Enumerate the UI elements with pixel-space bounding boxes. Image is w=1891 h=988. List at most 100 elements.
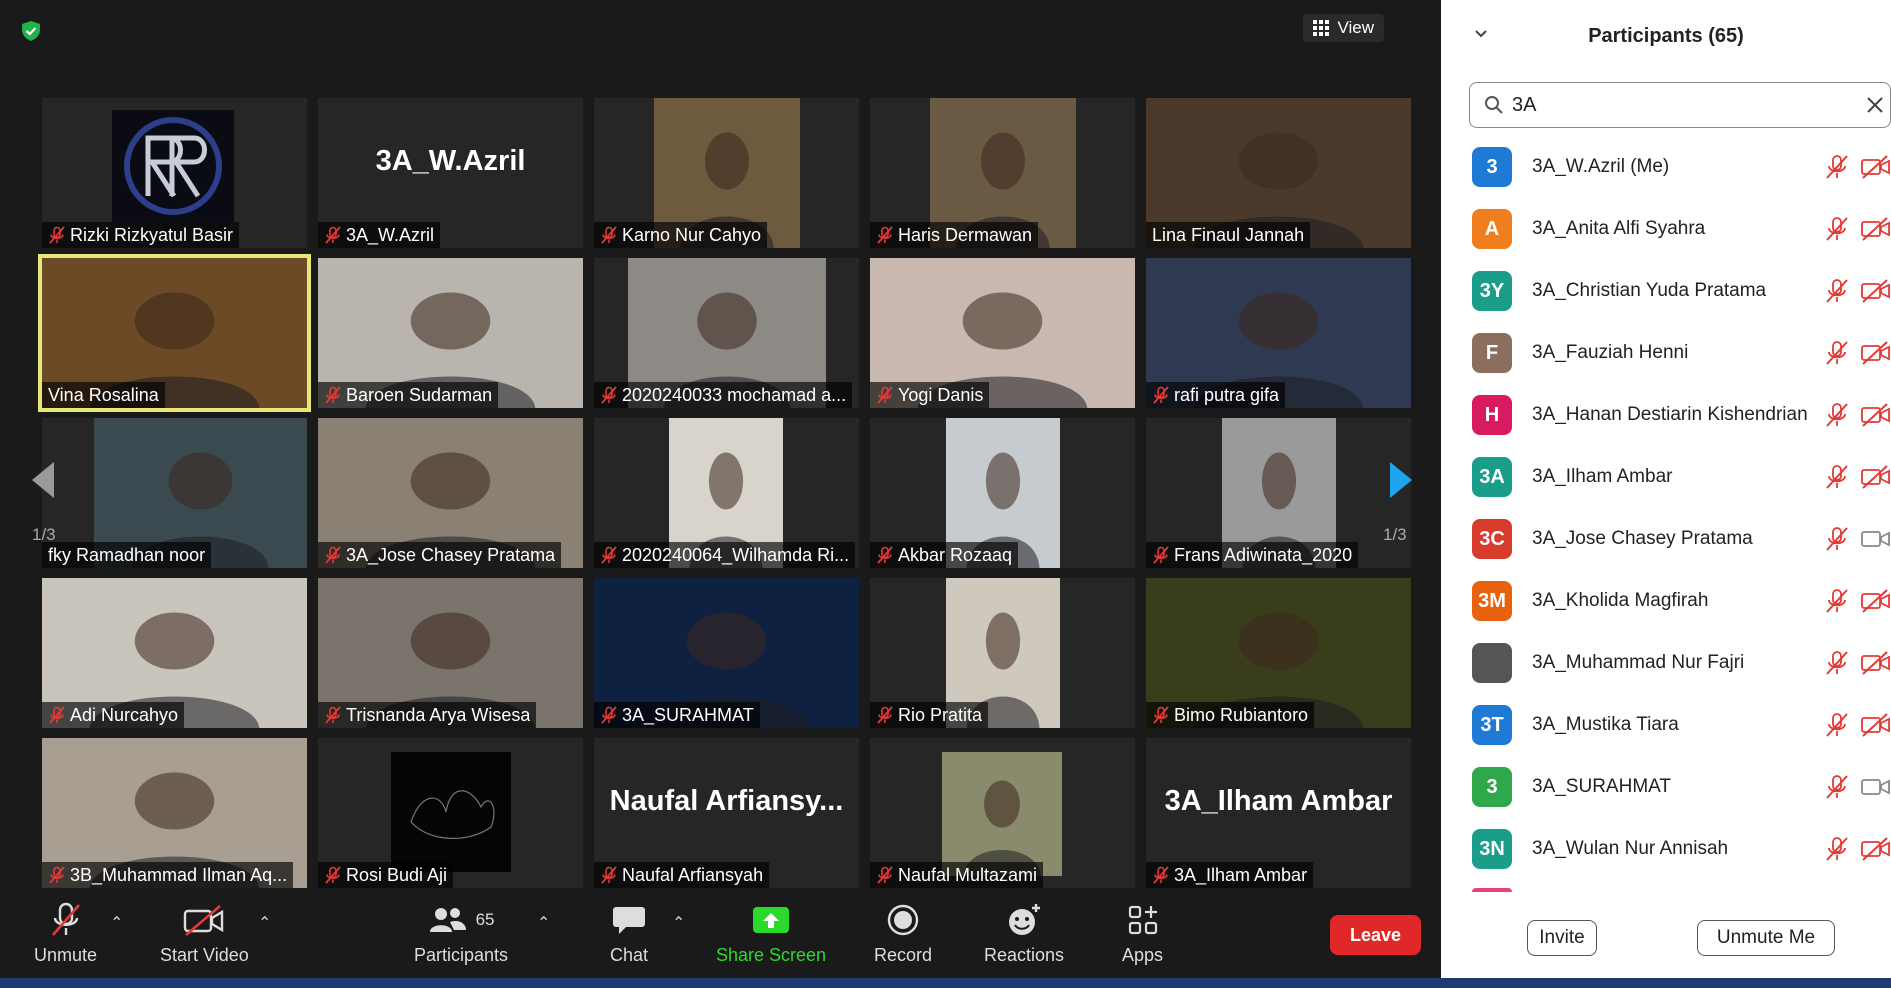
record-button[interactable]: Record — [874, 895, 932, 966]
participant-video-tile[interactable]: 2020240033 mochamad a... — [594, 258, 859, 408]
participant-row[interactable]: F 3A_Fauziah Henni — [1441, 322, 1891, 384]
participant-row[interactable]: 3A_Muhammad Nur Fajri — [1441, 632, 1891, 694]
participant-list-name: 3A_Christian Yuda Pratama — [1532, 280, 1767, 301]
participant-row[interactable]: 3Y 3A_Christian Yuda Pratama — [1441, 260, 1891, 322]
participant-video-tile[interactable]: Haris Dermawan — [870, 98, 1135, 248]
video-off-icon[interactable] — [1860, 588, 1891, 614]
mic-muted-icon[interactable] — [1824, 836, 1850, 862]
mic-muted-icon[interactable] — [1824, 526, 1850, 552]
participant-video-tile[interactable]: Akbar Rozaaq — [870, 418, 1135, 568]
participant-name: Yogi Danis — [898, 384, 984, 405]
participant-video-tile[interactable]: rafi putra gifa — [1146, 258, 1411, 408]
mic-muted-icon — [325, 386, 341, 404]
video-off-icon — [184, 905, 224, 936]
participant-name: Haris Dermawan — [898, 224, 1033, 245]
participant-search-box[interactable] — [1469, 82, 1891, 128]
next-page-arrow-icon[interactable] — [1386, 460, 1416, 500]
participant-video-tile[interactable]: 3B_Muhammad Ilman Aq... — [42, 738, 307, 888]
unmute-button[interactable]: Unmute — [34, 895, 97, 966]
unmute-me-button[interactable]: Unmute Me — [1697, 920, 1835, 956]
audio-options-chevron-icon[interactable]: ⌃ — [110, 913, 123, 933]
mic-muted-icon[interactable] — [1824, 712, 1850, 738]
mic-muted-icon[interactable] — [1824, 650, 1850, 676]
mic-muted-icon[interactable] — [1824, 278, 1850, 304]
video-off-icon[interactable] — [1860, 464, 1891, 490]
participant-search-input[interactable] — [1512, 93, 1832, 117]
previous-page-arrow-icon[interactable] — [28, 460, 58, 500]
mic-muted-icon[interactable] — [1824, 464, 1850, 490]
video-off-icon[interactable] — [1860, 340, 1891, 366]
participant-row[interactable]: 3 3A_W.Azril (Me) — [1441, 136, 1891, 198]
participant-row[interactable]: 3N 3A_Wulan Nur Annisah — [1441, 818, 1891, 880]
participant-video-tile[interactable]: Rio Pratita — [870, 578, 1135, 728]
chat-button[interactable]: Chat — [610, 895, 648, 966]
participant-row[interactable]: A 3A_Anita Alfi Syahra — [1441, 198, 1891, 260]
participant-video-tile[interactable]: Trisnanda Arya Wisesa — [318, 578, 583, 728]
video-off-icon[interactable] — [1860, 402, 1891, 428]
participant-video-tile[interactable]: 3A_SURAHMAT — [594, 578, 859, 728]
participants-button[interactable]: 65 Participants — [414, 895, 508, 966]
start-video-button[interactable]: Start Video — [160, 895, 249, 966]
participants-options-chevron-icon[interactable]: ⌃ — [537, 913, 550, 933]
participant-video-tile[interactable]: Naufal Multazami — [870, 738, 1135, 888]
participant-video-tile[interactable]: Lina Finaul Jannah — [1146, 98, 1411, 248]
participant-list[interactable]: 3 3A_W.Azril (Me) A 3A_Anita Alfi Syahra 3Y 3… — [1441, 136, 1891, 892]
participant-video-tile[interactable]: Vina Rosalina — [38, 254, 311, 412]
video-options-chevron-icon[interactable]: ⌃ — [258, 913, 271, 933]
participant-video-tile[interactable]: 2020240064_Wilhamda Ri... — [594, 418, 859, 568]
participant-video-tile[interactable]: Adi Nurcahyo — [42, 578, 307, 728]
video-off-icon[interactable] — [1860, 154, 1891, 180]
participant-video-tile[interactable]: Karno Nur Cahyo — [594, 98, 859, 248]
mic-muted-icon[interactable] — [1824, 216, 1850, 242]
participant-video-tile[interactable]: fky Ramadhan noor — [42, 418, 307, 568]
mic-muted-icon[interactable] — [1824, 154, 1850, 180]
participant-row[interactable]: H 3A_Hanan Destiarin Kishendrian — [1441, 384, 1891, 446]
view-button[interactable]: View — [1303, 14, 1384, 42]
participant-video-tile[interactable]: Bimo Rubiantoro — [1146, 578, 1411, 728]
participant-row[interactable]: 3A 3A_Ilham Ambar — [1441, 446, 1891, 508]
abstract-art-icon — [410, 790, 495, 839]
mic-muted-icon — [1153, 706, 1169, 724]
participant-video-tile[interactable]: 3A_Ilham Ambar 3A_Ilham Ambar — [1146, 738, 1411, 888]
reactions-button[interactable]: Reactions — [984, 895, 1064, 966]
participant-video-tile[interactable]: Frans Adiwinata_2020 — [1146, 418, 1411, 568]
share-screen-icon — [753, 907, 790, 933]
mic-muted-icon[interactable] — [1824, 774, 1850, 800]
video-on-icon[interactable] — [1860, 526, 1891, 552]
mic-muted-icon[interactable] — [1824, 340, 1850, 366]
leave-button[interactable]: Leave — [1330, 915, 1421, 955]
participant-video-feed — [942, 752, 1062, 876]
close-icon[interactable] — [1864, 94, 1886, 116]
participants-icon — [429, 908, 466, 932]
participant-row[interactable]: 3M 3A_Kholida Magfirah — [1441, 570, 1891, 632]
participant-video-tile[interactable]: Rizki Rizkyatul Basir — [42, 98, 307, 248]
video-off-icon[interactable] — [1860, 712, 1891, 738]
video-off-icon[interactable] — [1860, 836, 1891, 862]
share-screen-label: Share Screen — [716, 945, 827, 965]
page-indicator-left: 1/3 — [32, 525, 56, 544]
participant-video-tile[interactable]: Rosi Budi Aji — [318, 738, 583, 888]
invite-button[interactable]: Invite — [1527, 920, 1597, 956]
apps-button[interactable]: Apps — [1122, 895, 1163, 966]
mic-muted-icon[interactable] — [1824, 402, 1850, 428]
participant-video-tile[interactable]: 3A_W.Azril 3A_W.Azril — [318, 98, 583, 248]
video-off-icon[interactable] — [1860, 278, 1891, 304]
participant-row[interactable]: 3 3A_SURAHMAT — [1441, 756, 1891, 818]
participant-video-tile[interactable]: Yogi Danis — [870, 258, 1135, 408]
participant-video-tile[interactable]: 3A_Jose Chasey Pratama — [318, 418, 583, 568]
participant-row[interactable]: 3T 3A_Mustika Tiara — [1441, 694, 1891, 756]
mic-muted-icon[interactable] — [1824, 588, 1850, 614]
shield-icon[interactable] — [20, 20, 42, 42]
participant-row[interactable]: 3C 3A_Jose Chasey Pratama — [1441, 508, 1891, 570]
participant-video-tile[interactable]: Baroen Sudarman — [318, 258, 583, 408]
participant-video-tile[interactable]: Naufal Arfiansy... Naufal Arfiansyah — [594, 738, 859, 888]
person-silhouette — [963, 780, 1041, 876]
participant-name-label: Haris Dermawan — [870, 222, 1039, 248]
video-on-icon[interactable] — [1860, 774, 1891, 800]
video-off-icon[interactable] — [1860, 216, 1891, 242]
participant-name-label: fky Ramadhan noor — [42, 542, 212, 568]
share-screen-button[interactable]: Share Screen — [716, 895, 826, 966]
avatar: 3M — [1472, 581, 1512, 621]
video-off-icon[interactable] — [1860, 650, 1891, 676]
chat-options-chevron-icon[interactable]: ⌃ — [672, 913, 685, 933]
